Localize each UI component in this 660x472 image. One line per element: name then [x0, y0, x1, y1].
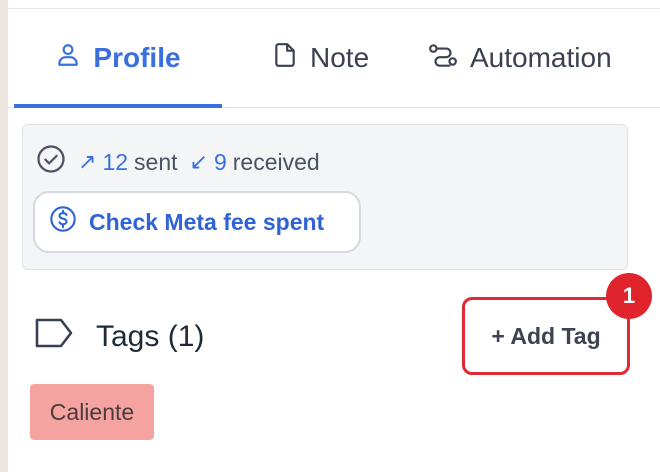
sent-count: 12 — [102, 148, 129, 175]
arrow-up-right-icon: ↗ — [78, 149, 97, 174]
message-stats-card: ↗ 12 sent ↙ 9 received Check Meta fee sp… — [22, 124, 628, 270]
tab-note-label: Note — [310, 42, 370, 73]
received-label: received — [232, 148, 320, 175]
received-count: 9 — [213, 148, 227, 175]
left-panel-edge — [0, 0, 8, 472]
check-meta-fee-label: Check Meta fee spent — [89, 208, 325, 235]
tab-bar: Profile Note Automation — [8, 9, 660, 108]
tags-header: Tags (1) — [34, 312, 204, 362]
check-meta-fee-button[interactable]: Check Meta fee spent — [33, 191, 361, 253]
dollar-circle-icon — [49, 205, 77, 239]
check-circle-icon — [36, 144, 66, 180]
step-number-badge: 1 — [606, 273, 652, 319]
tag-icon — [34, 317, 74, 357]
tag-chip[interactable]: Caliente — [30, 384, 154, 440]
tab-profile[interactable]: Profile — [14, 9, 222, 108]
add-tag-button[interactable]: + Add Tag — [462, 297, 630, 375]
arrow-down-left-icon: ↙ — [189, 149, 208, 174]
tab-automation[interactable]: Automation — [428, 9, 612, 107]
message-stats-row: ↗ 12 sent ↙ 9 received — [36, 144, 320, 180]
tab-note[interactable]: Note — [272, 9, 369, 107]
tab-profile-label: Profile — [93, 42, 181, 73]
route-icon — [428, 42, 458, 75]
tab-automation-label: Automation — [470, 42, 612, 73]
sent-label: sent — [134, 148, 178, 175]
user-icon — [55, 42, 81, 75]
tags-heading: Tags (1) — [96, 320, 205, 353]
document-icon — [272, 41, 298, 76]
